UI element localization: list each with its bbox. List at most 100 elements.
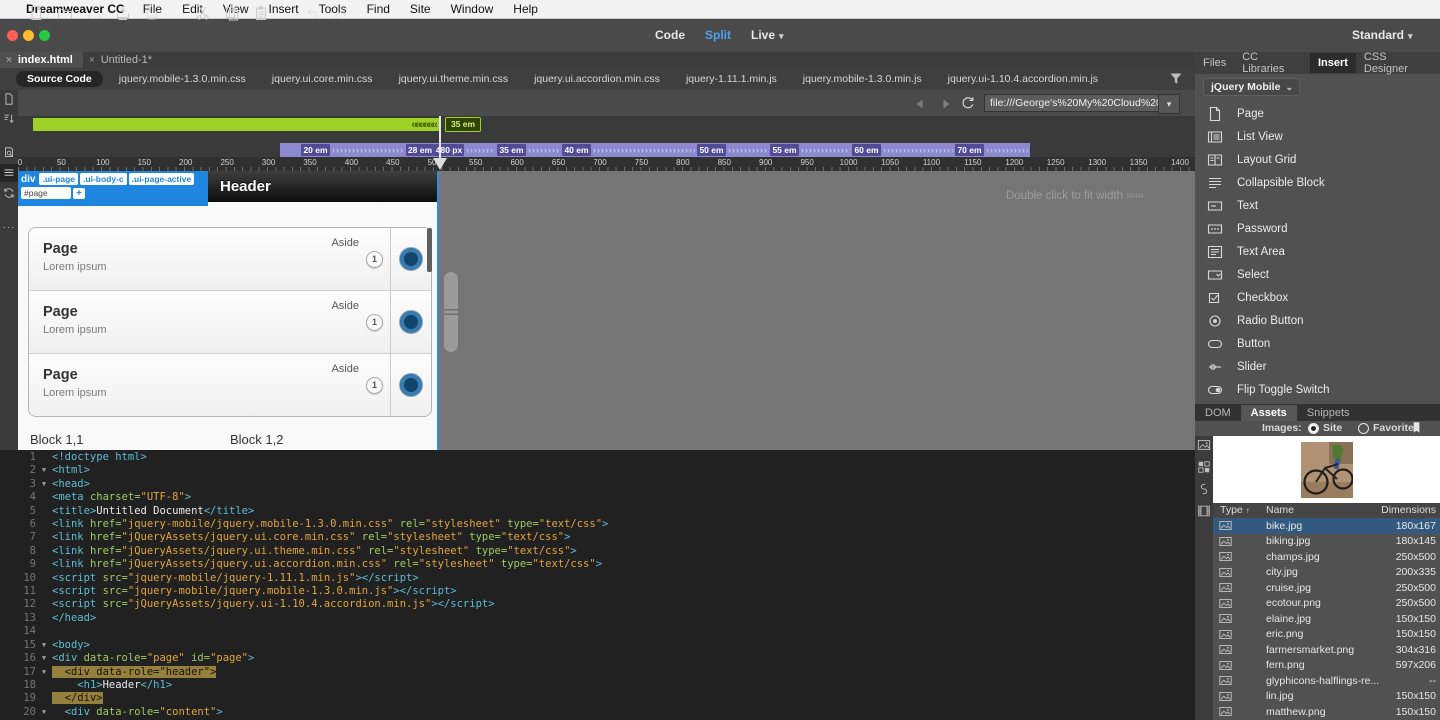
menu-find[interactable]: Find (367, 2, 390, 16)
related-file[interactable]: jquery.ui.theme.min.css (399, 73, 509, 85)
asset-row[interactable]: biking.jpg 180x145 (1213, 534, 1440, 550)
panel-tab-insert[interactable]: Insert (1310, 53, 1356, 73)
insert-item-select[interactable]: Select (1195, 263, 1440, 286)
live-view-scrubber[interactable] (444, 272, 458, 352)
forward-icon[interactable] (938, 96, 954, 112)
insert-item-layout-grid[interactable]: Layout Grid (1195, 148, 1440, 171)
doc-tab[interactable]: ×index.html (0, 52, 83, 68)
asset-row[interactable]: city.jpg 200x335 (1213, 565, 1440, 581)
workspace-switcher[interactable]: Standard▾ (1352, 28, 1413, 42)
panel-tab-dom[interactable]: DOM (1195, 405, 1241, 421)
asset-row[interactable]: farmersmarket.png 304x316 (1213, 642, 1440, 658)
panel-tab-cc-libraries[interactable]: CC Libraries (1234, 47, 1310, 79)
open-folder-icon[interactable] (57, 5, 73, 21)
element-class-pill[interactable]: .ui-page-active (129, 173, 195, 185)
breakpoint-label[interactable]: 20 em (301, 144, 330, 156)
menu-window[interactable]: Window (451, 2, 494, 16)
code-line[interactable]: 2 ▼ <html> (0, 464, 1195, 477)
mobile-page-frame[interactable]: Header div .ui-page.ui-body-c.ui-page-ac… (18, 171, 439, 452)
breakpoint-label[interactable]: 35 em (497, 144, 526, 156)
collapse-arrow-icon[interactable]: ▼ (36, 666, 52, 679)
bookmark-icon[interactable] (1410, 421, 1423, 434)
split-button-icon[interactable] (400, 248, 422, 270)
menu-site[interactable]: Site (410, 2, 431, 16)
breakpoint-label[interactable]: 70 em (955, 144, 984, 156)
insert-item-checkbox[interactable]: Checkbox (1195, 286, 1440, 309)
code-line[interactable]: 18 <h1>Header</h1> (0, 679, 1195, 692)
element-class-pill[interactable]: .ui-page (39, 173, 78, 185)
insert-item-radio-button[interactable]: Radio Button (1195, 309, 1440, 332)
add-class-button[interactable]: + (73, 188, 85, 199)
code-line[interactable]: 6 <link href="jquery-mobile/jquery.mobil… (0, 518, 1195, 531)
insert-item-button[interactable]: Button (1195, 332, 1440, 355)
code-line[interactable]: 10 <script src="jquery-mobile/jquery-1.1… (0, 572, 1195, 585)
address-field[interactable]: file:///George's%20My%20Cloud%20H... (984, 94, 1168, 112)
split-button-icon[interactable] (400, 374, 422, 396)
asset-row[interactable]: ecotour.png 250x500 (1213, 596, 1440, 612)
sort-by-type-header[interactable]: Type ↑ (1220, 504, 1250, 516)
code-line[interactable]: 8 <link href="jQueryAssets/jquery.ui.the… (0, 545, 1195, 558)
panel-tab-snippets[interactable]: Snippets (1297, 405, 1360, 421)
assets-media-icon[interactable] (1195, 502, 1213, 520)
related-file[interactable]: jquery.ui-1.10.4.accordion.min.js (948, 73, 1098, 85)
collapse-arrow-icon[interactable]: ▼ (36, 639, 52, 652)
close-icon[interactable]: × (89, 55, 95, 66)
collapse-arrow-icon[interactable]: ▼ (36, 706, 52, 719)
related-file[interactable]: jquery.mobile-1.3.0.min.js (803, 73, 922, 85)
width-drag-line[interactable] (439, 116, 441, 158)
panel-tab-assets[interactable]: Assets (1241, 405, 1297, 421)
insert-category-dropdown[interactable]: jQuery Mobile⌄ (1203, 78, 1300, 96)
related-file[interactable]: jquery.mobile-1.3.0.min.css (119, 73, 246, 85)
code-line[interactable]: 16 ▼ <div data-role="page" id="page"> (0, 652, 1195, 665)
code-line[interactable]: 11 <script src="jquery-mobile/jquery.mob… (0, 585, 1195, 598)
asset-row[interactable]: lin.jpg 150x150 (1213, 689, 1440, 705)
collapse-arrow-icon[interactable]: ▼ (36, 478, 52, 491)
asset-row[interactable]: bike.jpg 180x167 (1213, 518, 1440, 534)
listview-item[interactable]: Page Lorem ipsum Aside 1 (29, 228, 431, 291)
code-line[interactable]: 9 <link href="jQueryAssets/jquery.ui.acc… (0, 558, 1195, 571)
breakpoint-label[interactable]: 50 em (697, 144, 726, 156)
minimize-window-button[interactable] (23, 30, 34, 41)
assets-colors-icon[interactable] (1195, 458, 1213, 476)
mode-split-button[interactable]: Split (705, 28, 731, 42)
listview-item[interactable]: Page Lorem ipsum Aside 1 (29, 354, 431, 416)
save-all-icon[interactable] (115, 5, 131, 21)
code-line[interactable]: 15 ▼ <body> (0, 639, 1195, 652)
insert-item-text-area[interactable]: Text Area (1195, 240, 1440, 263)
related-file[interactable]: jquery-1.11.1.min.js (686, 73, 777, 85)
sync-icon[interactable] (0, 184, 18, 202)
panel-tab-css-designer[interactable]: CSS Designer (1356, 47, 1440, 79)
collapse-arrow-icon[interactable]: ▼ (36, 652, 52, 665)
doc-tab[interactable]: ×Untitled-1* (83, 52, 162, 68)
asset-row[interactable]: eric.png 150x150 (1213, 627, 1440, 643)
more-dots-icon[interactable]: ··· (0, 218, 18, 236)
code-line[interactable]: 7 <link href="jQueryAssets/jquery.ui.cor… (0, 531, 1195, 544)
asset-row[interactable]: fern.png 597x206 (1213, 658, 1440, 674)
name-column-header[interactable]: Name (1266, 504, 1294, 516)
close-icon[interactable]: × (6, 55, 12, 66)
collapse-arrow-icon[interactable]: ▼ (36, 464, 52, 477)
code-line[interactable]: 17 ▼ <div data-role="header"> (0, 666, 1195, 679)
code-line[interactable]: 12 <script src="jQueryAssets/jquery.ui-1… (0, 598, 1195, 611)
mode-code-button[interactable]: Code (655, 28, 685, 42)
paste-icon[interactable] (253, 5, 269, 21)
related-file[interactable]: jquery.ui.core.min.css (272, 73, 373, 85)
code-line[interactable]: 20 ▼ <div data-role="content"> (0, 706, 1195, 719)
asset-row[interactable]: glyphicons-halflings-re... -- (1213, 673, 1440, 689)
find-replace-icon[interactable] (0, 144, 18, 162)
insert-item-slider[interactable]: Slider (1195, 355, 1440, 378)
related-file[interactable]: Source Code (16, 71, 103, 87)
insert-item-collapsible-block[interactable]: Collapsible Block (1195, 171, 1440, 194)
back-icon[interactable] (912, 96, 928, 112)
radio-site[interactable]: Site (1308, 422, 1342, 434)
address-dropdown-button[interactable]: ▾ (1158, 94, 1180, 114)
page-scrollbar[interactable] (427, 228, 432, 272)
listview-item[interactable]: Page Lorem ipsum Aside 1 (29, 291, 431, 354)
new-file-icon[interactable] (28, 5, 44, 21)
asset-row[interactable]: elaine.jpg 150x150 (1213, 611, 1440, 627)
asset-row[interactable]: matthew.png 150x150 (1213, 704, 1440, 720)
dimensions-column-header[interactable]: Dimensions (1381, 504, 1436, 516)
code-line[interactable]: 19 </div> (0, 692, 1195, 705)
insert-item-flip-toggle[interactable]: Flip Toggle Switch (1195, 378, 1440, 401)
asset-row[interactable]: champs.jpg 250x500 (1213, 549, 1440, 565)
